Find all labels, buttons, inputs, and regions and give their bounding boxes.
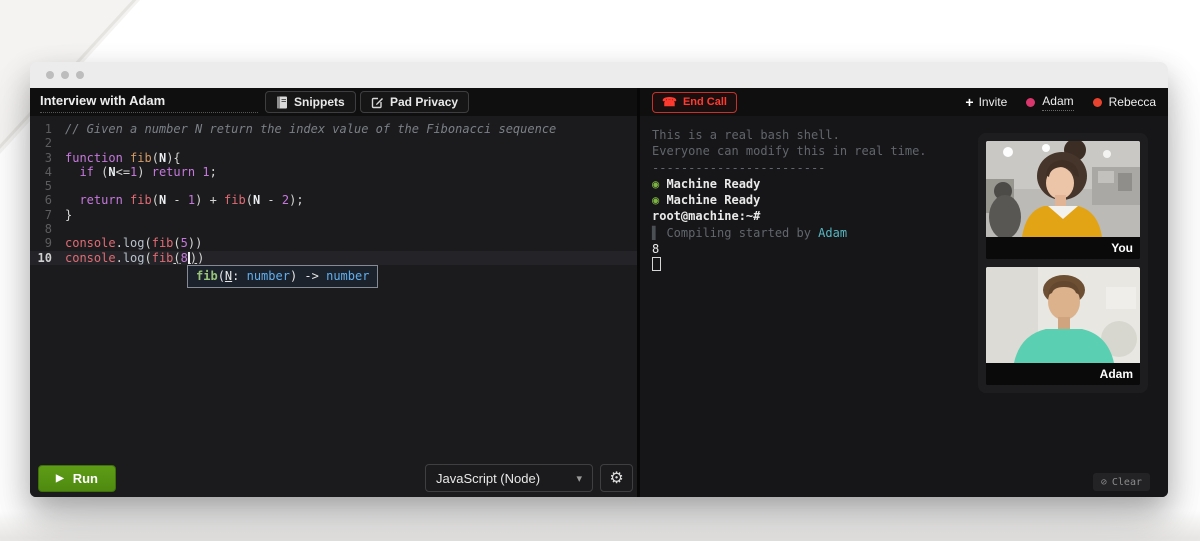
code-editor[interactable]: 1// Given a number N return the index va…	[30, 116, 637, 497]
line-number: 9	[44, 236, 52, 251]
code-line[interactable]: 8	[30, 222, 637, 236]
video-thumbnail-you[interactable]: You	[986, 141, 1140, 259]
window-control-dot[interactable]	[76, 71, 84, 79]
settings-button[interactable]: ⚙	[600, 464, 633, 492]
video-feed-you	[986, 141, 1140, 237]
line-number: 4	[44, 164, 52, 179]
run-button[interactable]: ▶ Run	[38, 465, 116, 492]
code-line[interactable]: 6 return fib(N - 1) + fib(N - 2);	[30, 193, 637, 207]
clear-icon: ⊘	[1100, 476, 1107, 488]
app-window: Interview with Adam Snippets Pad Privacy…	[30, 62, 1168, 497]
editor-panel: Interview with Adam Snippets Pad Privacy…	[30, 88, 640, 497]
video-label: You	[986, 237, 1140, 259]
page-bottom-shade	[0, 511, 1200, 541]
clear-label: Clear	[1111, 476, 1142, 488]
language-select[interactable]: JavaScript (Node) ▾	[425, 464, 593, 492]
book-icon	[276, 96, 288, 109]
run-label: Run	[72, 471, 98, 486]
plus-icon: +	[965, 94, 974, 110]
phone-icon: ☎	[662, 95, 677, 109]
participant-rebecca[interactable]: Rebecca	[1092, 95, 1156, 109]
participant-adam[interactable]: Adam	[1026, 94, 1074, 111]
signature-tooltip: fib(N: number) -> number	[187, 265, 379, 288]
gear-icon: ⚙	[609, 470, 624, 487]
line-number: 3	[44, 150, 52, 165]
end-call-button[interactable]: ☎ End Call	[652, 91, 737, 113]
invite-button[interactable]: + Invite	[965, 94, 1007, 110]
end-call-label: End Call	[682, 96, 727, 108]
play-icon: ▶	[56, 473, 64, 484]
language-value: JavaScript (Node)	[436, 470, 541, 486]
window-control-dot[interactable]	[46, 71, 54, 79]
window-control-dot[interactable]	[61, 71, 69, 79]
video-thumbnail-adam[interactable]: Adam	[986, 267, 1140, 385]
line-number: 2	[44, 136, 52, 151]
code-line[interactable]: 5	[30, 179, 637, 193]
edit-square-icon	[371, 96, 384, 109]
pad-privacy-label: Pad Privacy	[390, 95, 459, 109]
clear-terminal-button[interactable]: ⊘ Clear	[1092, 473, 1150, 491]
line-number: 7	[44, 207, 52, 222]
snippets-label: Snippets	[294, 95, 345, 109]
line-number: 10	[37, 250, 52, 265]
participants-list: + Invite Adam Rebecca	[965, 94, 1156, 111]
code-line[interactable]: 2	[30, 136, 637, 150]
video-feed-adam	[986, 267, 1140, 363]
app-body: Interview with Adam Snippets Pad Privacy…	[30, 88, 1168, 497]
snippets-button[interactable]: Snippets	[265, 91, 356, 113]
video-label: Adam	[986, 363, 1140, 385]
line-number: 1	[44, 122, 52, 136]
code-line[interactable]: 3 function fib(N){	[30, 151, 637, 165]
line-number: 5	[44, 179, 52, 194]
participant-name: Adam	[1042, 94, 1074, 111]
presence-dot	[1092, 97, 1102, 107]
code-line[interactable]: 9 console.log(fib(5))	[30, 236, 637, 250]
pad-privacy-button[interactable]: Pad Privacy	[360, 91, 470, 113]
call-panel: ☎ End Call + Invite Adam Rebecca This is…	[640, 88, 1168, 497]
call-header: ☎ End Call + Invite Adam Rebecca	[640, 88, 1168, 116]
participant-name: Rebecca	[1108, 95, 1156, 109]
invite-label: Invite	[978, 95, 1008, 109]
code-line[interactable]: 7}	[30, 208, 637, 222]
window-titlebar	[30, 62, 1168, 88]
presence-dot	[1026, 97, 1036, 107]
chevron-down-icon: ▾	[576, 472, 582, 485]
code-line[interactable]: 1// Given a number N return the index va…	[30, 122, 637, 136]
code-line[interactable]: 4 if (N<=1) return 1;	[30, 165, 637, 179]
editor-header: Interview with Adam Snippets Pad Privacy	[30, 88, 637, 116]
video-panel: You Adam	[978, 133, 1148, 393]
pad-title[interactable]: Interview with Adam	[40, 93, 258, 113]
code-line[interactable]: 10 console.log(fib(8))	[30, 250, 637, 265]
line-number: 8	[44, 222, 52, 237]
line-number: 6	[44, 193, 52, 208]
